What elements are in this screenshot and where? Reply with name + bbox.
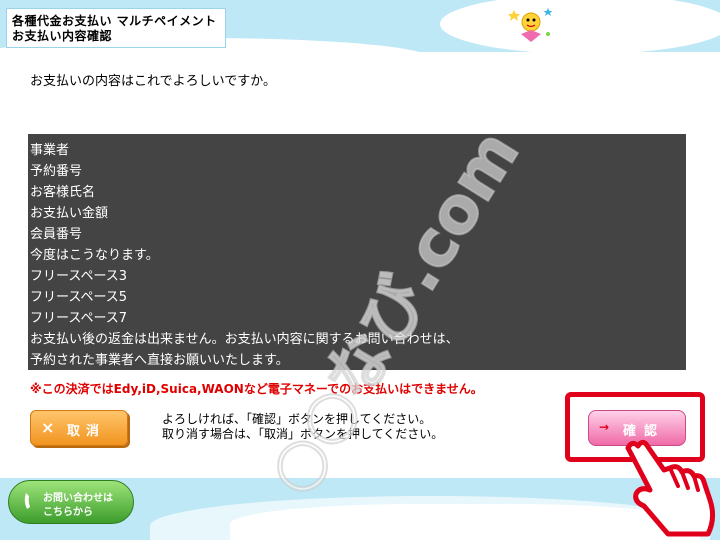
cancel-x-icon: × <box>41 418 55 437</box>
pointing-hand-icon <box>625 439 716 537</box>
payment-details-panel: 事業者 予約番号 お客様氏名 お支払い金額 会員番号 今度はこうなります。 フリ… <box>28 134 686 370</box>
detail-row: 今度はこうなります。 <box>30 248 159 263</box>
cancel-button[interactable]: × 取消 <box>30 410 128 446</box>
detail-row: 事業者 <box>30 143 70 158</box>
mascot-icon <box>508 8 553 42</box>
confirm-button-label: 確認 <box>623 424 666 439</box>
instruction-line: 取り消す場合は、「取消」ボタンを押してください。 <box>162 427 444 441</box>
page-subtitle: お支払い内容確認 <box>12 29 113 43</box>
detail-row: フリースペース3 <box>30 269 128 284</box>
cancel-button-label: 取消 <box>67 424 106 439</box>
detail-row: フリースペース7 <box>30 311 128 326</box>
arrow-right-icon: → <box>599 420 610 434</box>
detail-row: 予約番号 <box>30 164 83 179</box>
contact-label-line1: お問い合わせは <box>43 493 113 504</box>
confirmation-question: お支払いの内容はこれでよろしいですか。 <box>30 74 276 89</box>
detail-row: お客様氏名 <box>30 185 96 200</box>
detail-row: 予約された事業者へ直接お願いいたします。 <box>30 353 289 368</box>
detail-row: お支払い後の返金は出来ません。お支払い内容に関するお問い合わせは、 <box>30 332 459 347</box>
phone-icon <box>24 493 30 509</box>
detail-row: フリースペース5 <box>30 290 128 305</box>
detail-row: 会員番号 <box>30 227 83 242</box>
emoney-warning: ※この決済ではEdy,iD,Suica,WAONなど電子マネーでのお支払いはでき… <box>30 382 483 396</box>
contact-button[interactable]: お問い合わせは こちらから <box>8 480 134 524</box>
contact-label-line2: こちらから <box>43 507 93 518</box>
detail-row: お支払い金額 <box>30 206 109 221</box>
